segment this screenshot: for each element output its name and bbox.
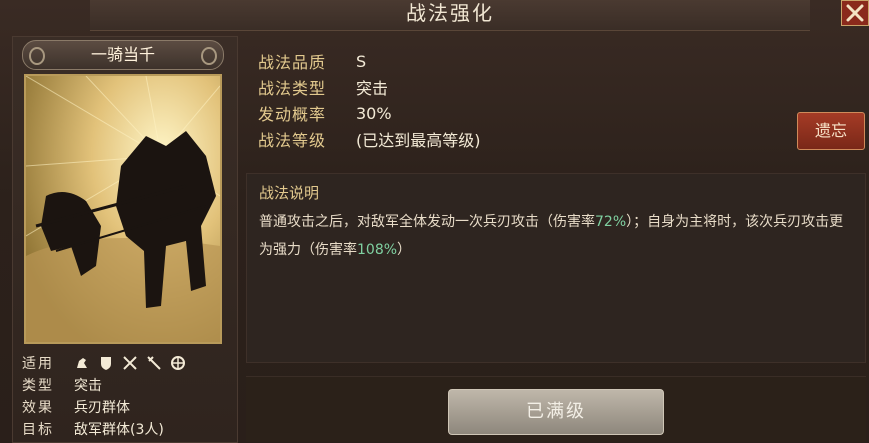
close-icon (846, 4, 864, 22)
max-level-button: 已满级 (448, 389, 664, 435)
type-row: 类型 突击 (22, 374, 186, 396)
banner-ornament-left (29, 47, 45, 65)
level-row: 战法等级 (已达到最高等级) (258, 126, 481, 152)
target-row: 目标 敌军群体(3人) (22, 418, 186, 440)
applicable-label: 适用 (22, 356, 54, 372)
level-label: 战法等级 (258, 131, 327, 150)
effect-row: 效果 兵刃群体 (22, 396, 186, 418)
type-label: 类型 (22, 378, 54, 394)
category-label: 战法类型 (258, 79, 327, 98)
description-title: 战法说明 (259, 184, 320, 202)
spear-icon (123, 356, 137, 370)
tactic-artwork (24, 74, 222, 344)
dialog-title: 战法强化 (406, 1, 494, 25)
category-value: 突击 (356, 79, 389, 98)
cavalry-charge-illustration (26, 76, 220, 342)
type-value: 突击 (74, 378, 102, 394)
effect-label: 效果 (22, 400, 54, 416)
description-text: 普通攻击之后，对敌军全体发动一次兵刃攻击（伤害率72%）；自身为主将时，该次兵刃… (259, 208, 857, 264)
rate-label: 发动概率 (258, 105, 327, 124)
description-part1: 普通攻击之后，对敌军全体发动一次兵刃攻击（伤害率 (259, 214, 595, 230)
tactic-name-banner: 一骑当千 (22, 40, 224, 70)
level-value: (已达到最高等级) (356, 131, 481, 150)
description-part3: ） (397, 242, 412, 258)
target-value: 敌军群体(3人) (74, 422, 164, 438)
quality-value: S (356, 51, 367, 71)
wheel-icon (171, 356, 185, 370)
damage-rate-2: 108% (357, 242, 398, 258)
forget-button[interactable]: 遗忘 (797, 112, 865, 150)
tactic-name: 一骑当千 (90, 45, 155, 64)
banner-ornament-right (201, 47, 217, 65)
close-button[interactable] (841, 0, 869, 26)
title-bar: 战法强化 (90, 0, 810, 31)
cavalry-icon (77, 358, 87, 368)
bow-icon (147, 356, 161, 370)
tactic-info: 战法品质 S 战法类型 突击 发动概率 30% 战法等级 (已达到最高等级) (258, 48, 481, 152)
target-label: 目标 (22, 422, 54, 438)
tactic-meta: 适用 类型 突击 效果 兵刃群体 目标 敌军群体(3人) (22, 352, 186, 440)
quality-row: 战法品质 S (258, 48, 481, 74)
category-row: 战法类型 突击 (258, 74, 481, 100)
effect-value: 兵刃群体 (74, 400, 130, 416)
quality-label: 战法品质 (258, 53, 327, 72)
shield-icon (101, 357, 111, 370)
rate-value: 30% (356, 103, 392, 123)
rate-row: 发动概率 30% (258, 100, 481, 126)
damage-rate-1: 72% (595, 214, 627, 230)
applicable-row: 适用 (22, 352, 186, 374)
description-panel: 战法说明 普通攻击之后，对敌军全体发动一次兵刃攻击（伤害率72%）；自身为主将时… (246, 173, 866, 363)
